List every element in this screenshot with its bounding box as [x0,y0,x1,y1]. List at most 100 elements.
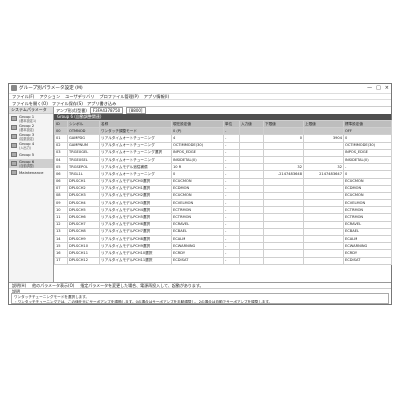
menu-user-delivery[interactable]: ユーザデリバリ [65,93,94,99]
table-cell[interactable] [239,249,264,258]
table-row[interactable]: 00 OTMNOD ワンタッチ調整モード 0 (P) - OFF [54,127,392,136]
table-row[interactable]: 17 DPLSCH12 リアルタイムモデルPCH11選択 ECDISAT - ECDISA… [54,256,392,265]
sidebar-item-3[interactable]: Group 4 (入出力) [9,141,53,150]
table-cell: ECRAVEL [171,220,224,229]
table-cell: 12 [54,220,68,229]
sidebar-list: Group 1 (基本設定1) Group 2 (基本設定) Group 3 (拡張設定)… [9,114,53,177]
menu-file[interactable]: ファイル(F) [12,93,34,99]
column-header[interactable]: 標準設定値 [343,119,392,129]
table-row[interactable]: 15 DPLSCH10 リアルタイムモデルPCH9選択 ECWARNING - ECWAR… [54,242,392,251]
table-row[interactable]: 05 TRGSEPOL リアルタイムモデル追従補償 10 R -32 32- [54,163,392,172]
column-header[interactable]: シンボル [67,119,100,129]
maximize-icon[interactable]: □ [376,84,381,93]
column-header[interactable]: 現在設定値 [171,119,224,129]
column-header[interactable]: 名称 [99,119,172,129]
sidebar-item-4[interactable]: Group 5 [9,150,53,159]
table-cell: - [223,191,240,201]
table-row[interactable]: 13 DPLSCH8 リアルタイムモデルPCH7選択 ECBAEL - ECBAEL [54,227,392,237]
minimize-icon[interactable]: — [367,84,372,93]
table-cell: DPLSCH11 [67,249,100,258]
column-header[interactable]: 入力値 [239,119,264,129]
table-cell: TRGEXGEL [67,148,100,157]
table-cell: 14 [54,234,68,244]
table-row[interactable]: 01 GAMPDG リアルタイムオートチューニング 4- 0 3904 0 [54,134,392,143]
table-cell: DPLSCH2 [67,184,100,193]
table-row[interactable]: 09 DPLSCH4 リアルタイムモデルPCH3選択 ECVELMON - ECVELMO… [54,199,392,208]
column-header[interactable]: 上限値 [303,119,344,129]
table-row[interactable]: 07 DPLSCH2 リアルタイムモデルPCH1選択 ECDMON - ECDMON [54,184,392,193]
table-cell: ECTRMON [343,206,392,215]
menu-app-info[interactable]: アプリ情報(I) [144,93,169,99]
app-window: グループ別パラメータ設定 (M) — □ × ファイル(F) アクション ユーザ… [8,83,392,305]
table-cell[interactable] [239,170,264,179]
table-cell: ECUCMON [171,191,224,201]
table-cell: - [223,184,240,193]
table-row[interactable]: 11 DPLSCH6 リアルタイムモデルPCH5選択 ECTRMON - ECTRMON [54,213,392,222]
table-cell[interactable] [239,220,264,229]
write-amp-button[interactable]: アプリ書き込み [87,100,116,106]
table-cell: ECTRMON [171,213,224,222]
menu-profile[interactable]: プロファイル管理(P) [99,93,138,99]
table-row[interactable]: 04 TRGEXSEL リアルタイムオートチューニング INSIDETAL(0) - IN… [54,155,392,165]
table-row[interactable]: 06 DPLSCH1 リアルタイムモデルPCH0選択 ECUCMON - ECUCMON [54,177,392,186]
sidebar-item-2[interactable]: Group 3 (拡張設定) [9,132,53,141]
table-cell: OFF [343,127,392,136]
table-cell [263,242,304,251]
table-cell: リアルタイムオートチューニング [99,134,172,143]
table-row[interactable]: 08 DPLSCH3 リアルタイムモデルPCH2選択 ECUCMON - ECUCMON [54,191,392,201]
table-cell[interactable] [239,242,264,251]
table-cell: TRGSEPOL [67,163,100,172]
table-cell [303,199,344,208]
table-cell[interactable] [239,184,264,193]
table-cell: INSIDETAL(0) [171,155,224,165]
open-file-button[interactable]: ファイルを開く(O) [12,100,48,106]
table-cell[interactable] [239,127,264,136]
table-cell[interactable] [239,177,264,186]
table-cell[interactable] [239,227,264,237]
table-cell [263,213,304,222]
table-cell[interactable] [239,256,264,265]
table-row[interactable]: 02 GAMPNUM リアルタイムオートチューニング OCTIMMODE(30) - OC… [54,141,392,150]
table-cell: ECDMON [171,184,224,193]
sidebar-item-0[interactable]: Group 1 (基本設定1) [9,114,53,123]
table-cell[interactable] [239,155,264,165]
save-file-button[interactable]: ファイル保存(S) [52,100,83,106]
table-cell: 13 [54,227,68,237]
table-cell: 04 [54,155,68,165]
column-header[interactable]: 単位 [223,119,240,129]
table-cell[interactable] [239,206,264,215]
table-row[interactable]: 03 TRGEXGEL リアルタイムオートチューニング選択 INPOS_EDGE - IN… [54,148,392,157]
column-header[interactable]: 下限値 [263,119,304,129]
sidebar-item-6[interactable]: Maintenance [9,168,53,177]
table-cell: ECRDY [343,249,392,258]
table-cell [263,256,304,265]
table-cell[interactable] [239,234,264,244]
table-cell[interactable] [239,134,264,143]
table-cell: DPLSCH4 [67,199,100,208]
table-cell: - [223,148,240,157]
table-row[interactable]: 10 DPLSCH5 リアルタイムモデルPCH4選択 ECTRMON - ECTRMON [54,206,392,215]
column-header[interactable]: ID [54,119,68,129]
table-cell: ECRAVEL [343,220,392,229]
table-row[interactable]: 14 DPLSCH9 リアルタイムモデルPCH8選択 ECALM - ECALM [54,234,392,244]
table-cell[interactable] [239,141,264,150]
table-row[interactable]: 06 TRGL1L リアルタイムオートチューニング 0- -2147483648 2147… [54,170,392,179]
table-cell: 00 [54,127,68,136]
table-cell: - [223,220,240,229]
close-icon[interactable]: × [385,84,389,93]
table-row[interactable]: 16 DPLSCH11 リアルタイムモデルPCH10選択 ECRDY - ECRDY [54,249,392,258]
table-cell[interactable] [239,213,264,222]
table-cell[interactable] [239,148,264,157]
sidebar-item-5[interactable]: Group 6 (自動調整) [9,159,53,168]
menu-action[interactable]: アクション [39,93,60,99]
table-cell[interactable] [239,163,264,172]
table-cell[interactable] [239,199,264,208]
table-cell [263,249,304,258]
table-cell: ワンタッチ調整モード [99,127,172,136]
table-row[interactable]: 12 DPLSCH7 リアルタイムモデルPCH6選択 ECRAVEL - ECRAVEL [54,220,392,229]
table-cell: DPLSCH9 [67,234,100,244]
table-cell[interactable] [239,191,264,201]
table-cell: ECBAEL [171,227,224,237]
sidebar-item-1[interactable]: Group 2 (基本設定) [9,123,53,132]
table-cell [303,155,344,165]
